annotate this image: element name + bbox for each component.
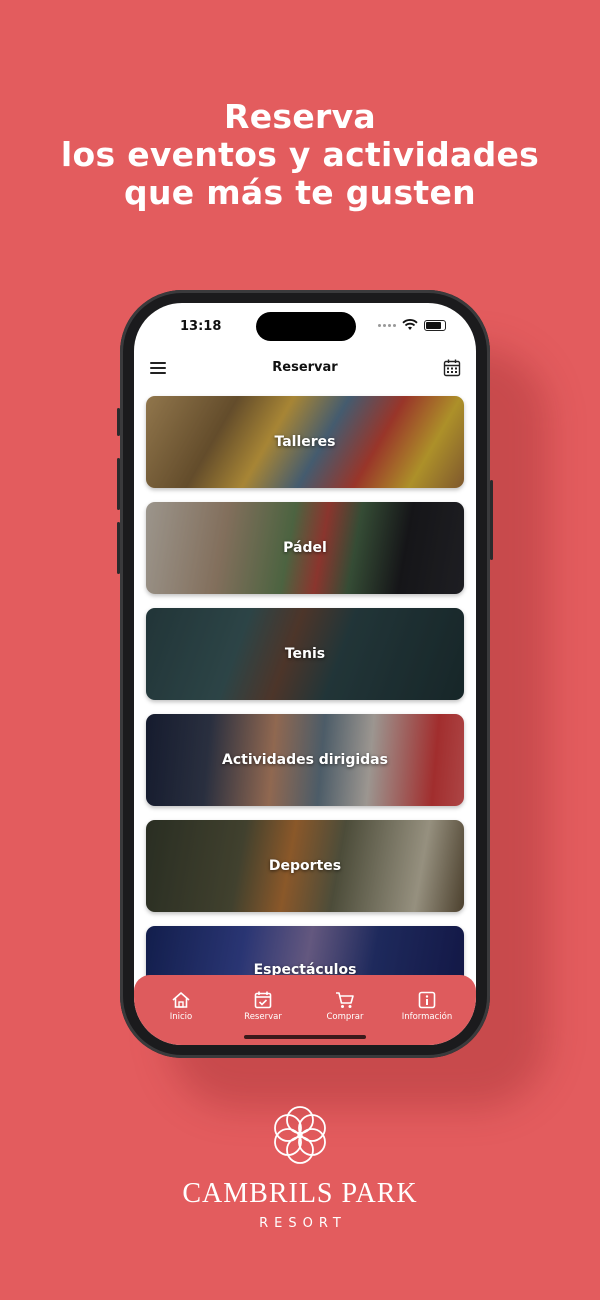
card-talleres[interactable]: Talleres xyxy=(146,396,464,488)
tab-reservar[interactable]: Reservar xyxy=(228,991,298,1022)
card-label: Tenis xyxy=(284,646,326,662)
tab-inicio[interactable]: Inicio xyxy=(146,991,216,1022)
brand-subtitle: RESORT xyxy=(259,1216,347,1231)
card-tenis[interactable]: Tenis xyxy=(146,608,464,700)
brand-name: CAMBRILS PARK xyxy=(182,1178,418,1209)
card-padel[interactable]: Pádel xyxy=(146,502,464,594)
tab-label: Inicio xyxy=(169,1012,193,1022)
card-label: Talleres xyxy=(274,434,336,450)
side-button xyxy=(117,408,120,436)
tab-comprar[interactable]: Comprar xyxy=(310,991,380,1022)
info-icon xyxy=(418,991,436,1009)
side-button xyxy=(117,458,120,510)
card-deportes[interactable]: Deportes xyxy=(146,820,464,912)
signal-icon xyxy=(378,323,396,327)
nav-bar: Reservar xyxy=(134,355,476,385)
side-button xyxy=(117,522,120,574)
headline-line-2: los eventos y actividades xyxy=(60,135,540,174)
status-icons xyxy=(378,319,446,331)
tab-bar: Inicio Reservar Comprar Información xyxy=(134,975,476,1045)
headline-line-3: que más te gusten xyxy=(124,173,476,212)
side-button xyxy=(490,480,493,560)
home-icon xyxy=(172,992,190,1008)
headline-line-1: Reserva xyxy=(224,97,376,136)
tab-label: Comprar xyxy=(326,1012,364,1022)
dynamic-island xyxy=(256,312,356,341)
phone-screen: 13:18 Reservar Talleres Pádel Tenis Acti… xyxy=(134,303,476,1045)
tab-label: Reservar xyxy=(244,1012,282,1022)
headline: Reserva los eventos y actividades que má… xyxy=(0,98,600,212)
brand-logo: CAMBRILS PARK RESORT xyxy=(0,1100,600,1231)
tab-informacion[interactable]: Información xyxy=(392,991,462,1022)
card-label: Deportes xyxy=(268,858,342,874)
status-time: 13:18 xyxy=(180,319,222,334)
page-title: Reservar xyxy=(272,360,338,375)
flower-logo-icon xyxy=(274,1106,326,1164)
calendar-check-icon xyxy=(254,991,272,1009)
cart-icon xyxy=(336,992,354,1008)
card-label: Actividades dirigidas xyxy=(222,752,388,768)
calendar-icon[interactable] xyxy=(442,358,462,378)
battery-icon xyxy=(424,319,446,331)
tab-label: Información xyxy=(401,1012,453,1022)
activity-list: Talleres Pádel Tenis Actividades dirigid… xyxy=(146,396,464,1032)
card-label: Pádel xyxy=(283,540,327,556)
home-indicator xyxy=(244,1035,366,1039)
wifi-icon xyxy=(402,319,418,330)
card-actividades-dirigidas[interactable]: Actividades dirigidas xyxy=(146,714,464,806)
